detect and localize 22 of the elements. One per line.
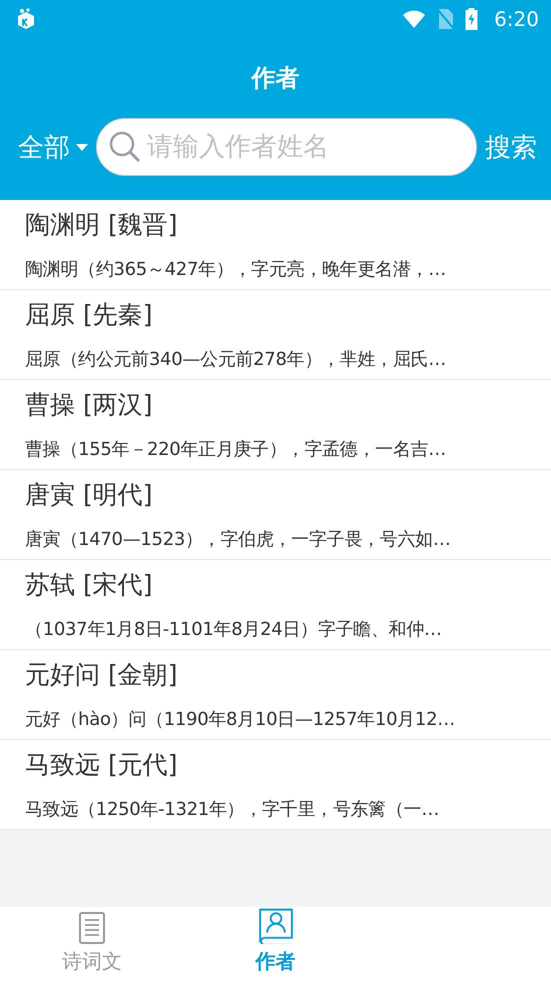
author-summary: 陶渊明（约365～427年），字元亮，晚年更名潜，… [25,258,446,281]
battery-charging-icon [465,8,478,30]
screen-title: 作者 [252,63,300,94]
author-name[interactable]: 苏轼 [宋代] [25,568,152,601]
author-summary: （1037年1月8日-1101年8月24日）字子瞻、和仲… [25,618,442,641]
author-summary: 马致远（1250年-1321年），字千里，号东篱（一… [25,798,440,821]
status-time: 6:20 [494,7,539,31]
author-name[interactable]: 马致远 [元代] [25,748,178,781]
document-icon [78,912,105,944]
author-summary: 曹操（155年－220年正月庚子），字孟德，一名吉… [25,438,446,461]
search-field[interactable]: 请输入作者姓名 [96,118,477,176]
author-name[interactable]: 陶渊明 [魏晋] [25,208,178,241]
author-name[interactable]: 唐寅 [明代] [25,478,152,511]
author-summary: 屈原（约公元前340—公元前278年），芈姓，屈氏… [25,348,446,371]
caret-icon [76,144,88,150]
author-summary: 元好（hào）问（1190年8月10日—1257年10月12… [25,708,455,731]
author-name[interactable]: 曹操 [两汉] [25,388,152,421]
author-name[interactable]: 元好问 [金朝] [25,658,178,691]
author-summary: 唐寅（1470—1523），字伯虎，一字子畏，号六如… [25,528,451,551]
no-sim-icon [437,8,456,30]
wifi-icon [401,9,428,29]
author-name[interactable]: 屈原 [先秦] [25,298,152,331]
